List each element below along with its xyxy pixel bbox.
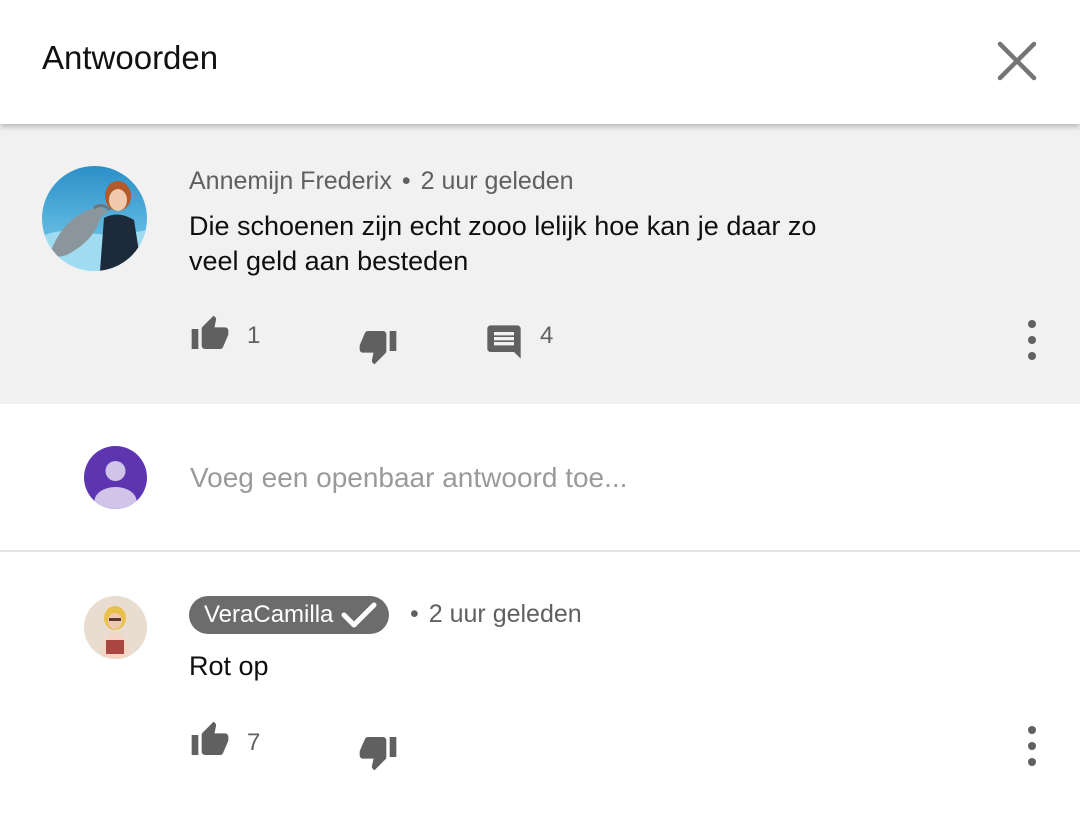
reply-count: 4 [540,322,554,349]
more-vert-icon [1028,726,1036,766]
user-avatar [84,446,147,509]
reply-meta: • 2 uur geleden [410,600,582,629]
avatar[interactable] [42,166,147,271]
thumb-up-icon [191,315,229,349]
meta-separator: • [401,167,411,195]
thumb-down-icon [359,737,397,771]
reply-button[interactable] [484,322,524,362]
comment-icon [487,325,521,359]
comment-time: 2 uur geleden [420,167,574,195]
reply-time: 2 uur geleden [428,600,582,628]
reply-text: Rot op [189,651,269,681]
reply-author: VeraCamilla [204,601,334,628]
thumb-down-icon [359,331,397,365]
reply-like-count: 7 [247,729,261,756]
dislike-button[interactable] [357,326,399,366]
reply-dislike-button[interactable] [357,732,399,772]
comment-author[interactable]: Annemijn Frederix [189,167,392,195]
like-count: 1 [247,322,261,349]
thumb-up-icon [191,721,229,755]
close-icon [997,41,1037,81]
reply-input[interactable]: Voeg een openbaar antwoord toe... [190,462,627,494]
reply-like-button[interactable] [189,720,231,760]
comment-text-line: veel geld aan besteden [189,246,469,276]
comment-text-line: Die schoenen zijn echt zooo lelijk hoe k… [189,211,817,241]
divider [0,550,1080,552]
more-vert-icon [1028,320,1036,360]
meta-separator: • [410,600,419,628]
close-button[interactable] [996,40,1038,82]
reply-avatar[interactable] [84,596,147,659]
comment-meta: Annemijn Frederix • 2 uur geleden [189,167,574,196]
like-button[interactable] [189,314,231,354]
comment-menu-button[interactable] [1020,318,1044,362]
person-icon [94,461,137,509]
replies-header: Antwoorden [0,0,1080,124]
page-title: Antwoorden [42,39,219,76]
author-chip[interactable]: VeraCamilla [189,596,390,634]
check-icon [341,602,377,628]
comment-text: Die schoenen zijn echt zooo lelijk hoe k… [189,209,816,279]
reply-menu-button[interactable] [1020,724,1044,768]
